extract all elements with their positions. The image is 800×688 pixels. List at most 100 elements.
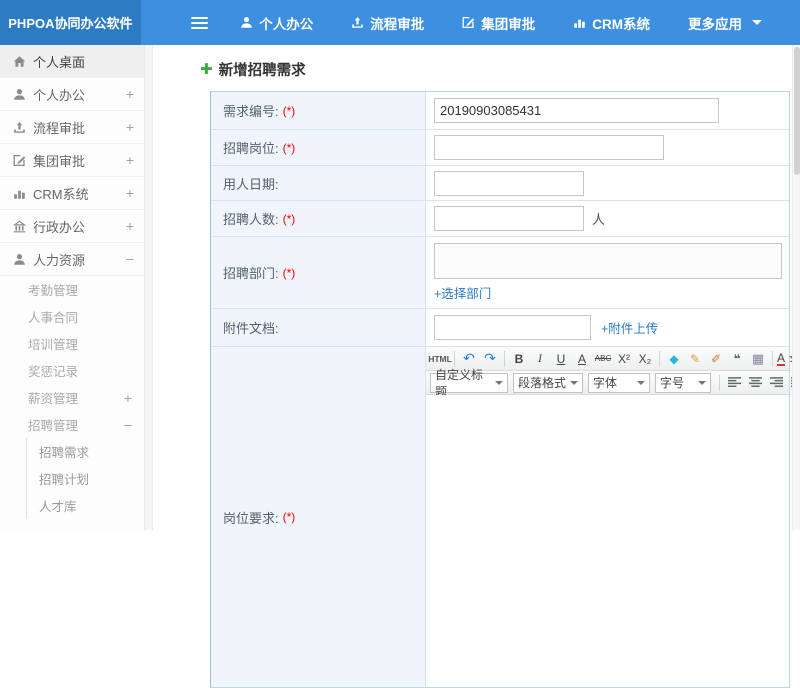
nav-label: 集团审批	[481, 13, 535, 33]
expand-plus-icon[interactable]: +	[126, 219, 134, 233]
field-label: 招聘部门: (*)	[211, 237, 426, 308]
sidebar-sub-label: 培训管理	[28, 334, 78, 353]
form-row-hire-date: 用人日期:	[211, 166, 789, 201]
sidebar-item-hr-contract[interactable]: 人事合同	[0, 303, 144, 330]
sidebar-item-label: 行政办公	[33, 217, 85, 236]
chevron-down-icon	[570, 381, 578, 385]
expand-plus-icon[interactable]: +	[126, 186, 134, 200]
editor-toolbar-row-2: 自定义标题 段落格式 字体 字号	[426, 371, 789, 395]
nav-more-apps[interactable]: 更多应用	[688, 13, 762, 33]
sidebar-item-talent-pool[interactable]: 人才库	[27, 492, 144, 519]
page-title-text: 新增招聘需求	[219, 59, 306, 80]
underline-button[interactable]: U	[551, 349, 571, 369]
scrollbar-thumb[interactable]	[794, 47, 800, 175]
bold-button[interactable]: B	[509, 349, 529, 369]
align-left-icon[interactable]	[724, 373, 744, 393]
strikethrough-button[interactable]: ABC	[593, 349, 613, 369]
sidebar-item-rewards[interactable]: 奖惩记录	[0, 357, 144, 384]
blockquote-icon[interactable]: ❝	[727, 349, 747, 369]
sidebar-item-salary[interactable]: 薪资管理 +	[0, 384, 144, 411]
sidebar-item-workflow-approval[interactable]: 流程审批 +	[0, 111, 144, 144]
toolbar-separator	[719, 375, 720, 391]
sidebar-item-personal-office[interactable]: 个人办公 +	[0, 78, 144, 111]
sidebar-item-recruit-plan[interactable]: 招聘计划	[27, 465, 144, 492]
expand-plus-icon[interactable]: +	[126, 120, 134, 134]
attachment-upload-link[interactable]: +附件上传	[601, 318, 658, 337]
font-style-button[interactable]: A	[572, 349, 592, 369]
form-row-position: 招聘岗位: (*)	[211, 130, 789, 166]
sidebar-item-label: 个人办公	[33, 85, 85, 104]
sidebar-item-hr[interactable]: 人力资源 −	[0, 243, 144, 276]
paragraph-format-select[interactable]: 段落格式	[513, 373, 583, 393]
sidebar-item-attendance[interactable]: 考勤管理	[0, 276, 144, 303]
form-row-attachment: 附件文档: +附件上传	[211, 309, 789, 347]
demand-number-input[interactable]	[434, 98, 719, 123]
attachment-input[interactable]	[434, 315, 591, 340]
flow-icon	[13, 121, 26, 134]
format-brush-icon[interactable]: ✎	[685, 349, 705, 369]
custom-title-select[interactable]: 自定义标题	[430, 373, 508, 393]
sidebar-item-admin-office[interactable]: 行政办公 +	[0, 210, 144, 243]
collapse-minus-icon[interactable]: −	[126, 252, 134, 266]
position-input[interactable]	[434, 135, 664, 160]
nav-personal-office[interactable]: 个人办公	[240, 13, 313, 33]
toolbar-separator	[454, 351, 455, 367]
chevron-down-icon	[495, 381, 503, 385]
pencil-icon[interactable]: ✐	[706, 349, 726, 369]
nav-label: CRM系统	[592, 13, 650, 33]
label-text: 需求编号:	[223, 101, 279, 120]
person-icon	[240, 16, 253, 29]
eraser-icon[interactable]: ◆	[664, 349, 684, 369]
sidebar-sub-label: 招聘需求	[39, 442, 89, 461]
collapse-minus-icon[interactable]: −	[124, 418, 132, 432]
building-icon	[13, 220, 26, 233]
person-icon	[13, 88, 26, 101]
nav-workflow-approval[interactable]: 流程审批	[351, 13, 424, 33]
sidebar-item-personal-desktop[interactable]: 个人桌面	[0, 45, 144, 78]
department-textarea[interactable]	[434, 243, 782, 279]
nav-group-approval[interactable]: 集团审批	[462, 13, 535, 33]
field-label: 招聘岗位: (*)	[211, 130, 426, 165]
expand-plus-icon[interactable]: +	[124, 391, 132, 405]
headcount-input[interactable]	[434, 206, 584, 231]
editor-content-area[interactable]	[426, 395, 789, 687]
toolbar-separator	[504, 351, 505, 367]
required-marker: (*)	[283, 141, 296, 155]
expand-plus-icon[interactable]: +	[126, 153, 134, 167]
subscript-button[interactable]: X₂	[635, 349, 655, 369]
align-right-icon[interactable]	[766, 373, 786, 393]
page-title: ✚ 新增招聘需求	[154, 45, 792, 91]
label-text: 用人日期:	[223, 174, 279, 193]
nav-label: 流程审批	[370, 13, 424, 33]
nav-label: 个人办公	[259, 13, 313, 33]
sidebar-item-group-approval[interactable]: 集团审批 +	[0, 144, 144, 177]
nav-crm-system[interactable]: CRM系统	[573, 13, 650, 33]
sidebar-item-training[interactable]: 培训管理	[0, 330, 144, 357]
select-department-link[interactable]: +选择部门	[434, 283, 491, 302]
nav-label: 更多应用	[688, 13, 742, 33]
font-family-select[interactable]: 字体	[588, 373, 650, 393]
align-center-icon[interactable]	[745, 373, 765, 393]
required-marker: (*)	[283, 104, 296, 118]
sidebar-item-label: 个人桌面	[33, 52, 85, 71]
expand-plus-icon[interactable]: +	[126, 87, 134, 101]
vertical-scrollbar[interactable]	[792, 45, 800, 530]
italic-button[interactable]: I	[530, 349, 550, 369]
sidebar-item-crm-system[interactable]: CRM系统 +	[0, 177, 144, 210]
hamburger-menu-icon[interactable]	[191, 14, 208, 32]
sidebar-item-label: CRM系统	[33, 184, 89, 203]
sidebar-item-recruit-demand[interactable]: 招聘需求	[27, 438, 144, 465]
plus-icon: ✚	[200, 62, 213, 77]
sidebar-item-recruitment[interactable]: 招聘管理 −	[0, 411, 144, 438]
table-icon[interactable]: ▦	[748, 349, 768, 369]
recruitment-submenu: 招聘需求 招聘计划 人才库	[26, 438, 144, 519]
field-label: 招聘人数: (*)	[211, 201, 426, 236]
people-icon	[13, 253, 26, 266]
select-value: 字体	[593, 374, 617, 391]
hire-date-input[interactable]	[434, 171, 584, 196]
app-logo: PHPOA协同办公软件	[0, 0, 141, 45]
sidebar-scrollbar[interactable]	[145, 45, 153, 530]
font-size-select[interactable]: 字号	[655, 373, 711, 393]
superscript-button[interactable]: X²	[614, 349, 634, 369]
sidebar-sub-label: 人事合同	[28, 307, 78, 326]
